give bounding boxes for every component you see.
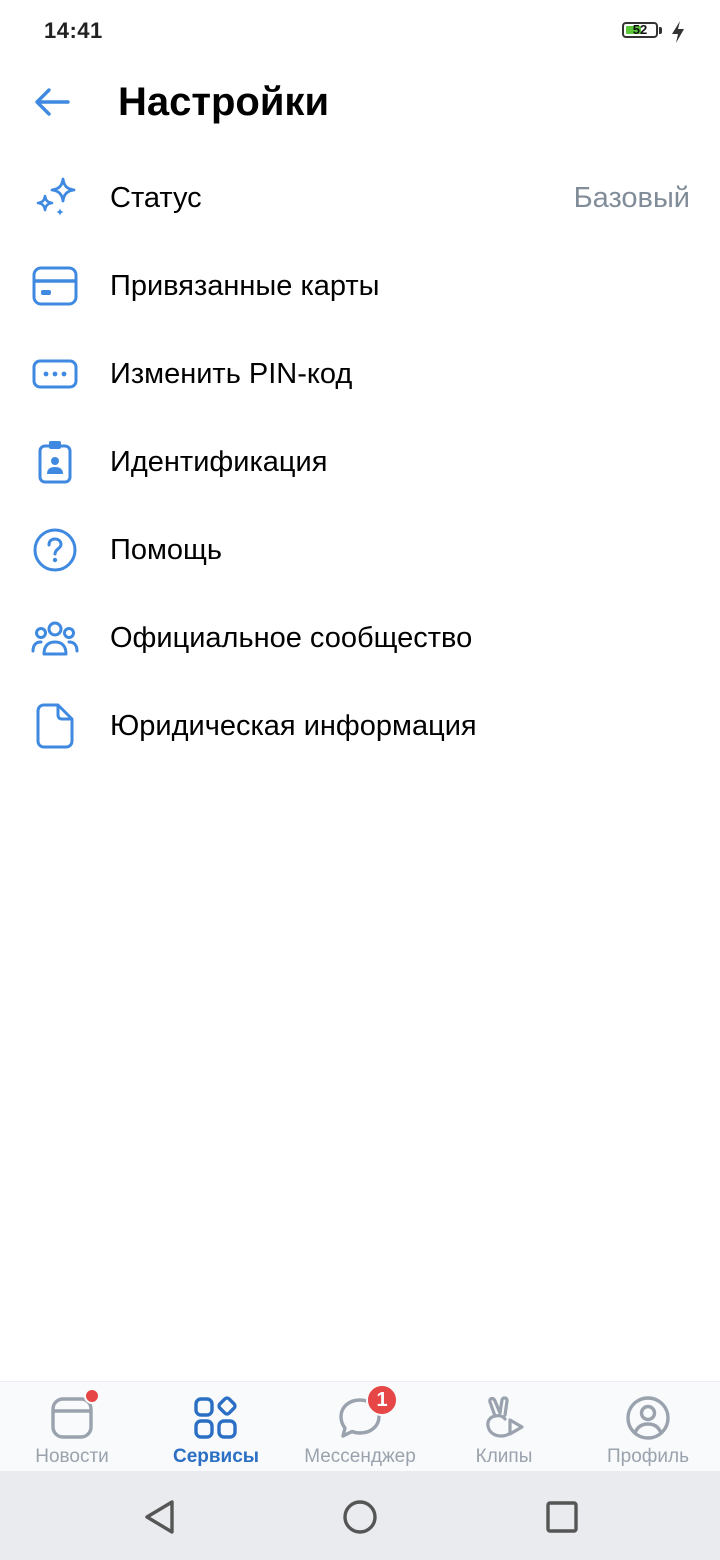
tab-label: Мессенджер — [304, 1446, 416, 1467]
sparkles-icon — [30, 174, 80, 222]
settings-item-label: Официальное сообщество — [110, 622, 473, 654]
screen: 14:41 52 Настройки Статус Базовый Привяз… — [0, 0, 720, 1560]
arrow-left-icon — [35, 88, 70, 116]
settings-item-label: Идентификация — [110, 446, 328, 478]
page-title: Настройки — [118, 80, 330, 124]
settings-item-label: Помощь — [110, 534, 223, 566]
settings-item-label: Изменить PIN-код — [110, 358, 353, 390]
back-button[interactable] — [26, 78, 78, 126]
tab-label: Новости — [35, 1446, 109, 1467]
settings-item-label: Юридическая информация — [110, 710, 477, 742]
settings-item-community[interactable]: Официальное сообщество — [0, 594, 720, 682]
tab-services[interactable]: Сервисы — [144, 1382, 288, 1472]
pin-code-icon — [30, 350, 80, 398]
profile-icon — [624, 1394, 672, 1442]
triangle-back-icon — [145, 1500, 174, 1534]
system-home-button[interactable] — [336, 1493, 384, 1541]
tab-label: Клипы — [475, 1446, 533, 1467]
tab-bar: Новости Сервисы 1 Мессенджер Клипы Профи… — [0, 1381, 720, 1471]
settings-item-label: Привязанные карты — [110, 270, 380, 302]
settings-item-help[interactable]: Помощь — [0, 506, 720, 594]
community-icon — [30, 614, 80, 662]
tab-label: Сервисы — [172, 1446, 260, 1467]
square-recents-icon — [546, 1501, 578, 1533]
settings-list: Статус Базовый Привязанные карты Изменит… — [0, 154, 720, 770]
credit-card-icon — [30, 262, 80, 310]
header: Настройки — [0, 64, 720, 144]
document-icon — [30, 702, 80, 750]
tab-clips[interactable]: Клипы — [432, 1382, 576, 1472]
status-time: 14:41 — [44, 18, 103, 43]
status-value: Базовый — [573, 182, 690, 214]
bolt-icon — [672, 21, 684, 43]
settings-item-legal-info[interactable]: Юридическая информация — [0, 682, 720, 770]
settings-item-status[interactable]: Статус Базовый — [0, 154, 720, 242]
unread-badge: 1 — [366, 1384, 398, 1416]
tab-profile[interactable]: Профиль — [576, 1382, 720, 1472]
system-nav-bar — [0, 1471, 720, 1560]
system-back-button[interactable] — [136, 1493, 184, 1541]
settings-item-identification[interactable]: Идентификация — [0, 418, 720, 506]
system-recents-button[interactable] — [538, 1493, 586, 1541]
battery-level: 52 — [632, 22, 648, 37]
question-circle-icon — [30, 526, 80, 574]
id-badge-icon — [30, 438, 80, 486]
battery-cap — [659, 27, 662, 34]
tab-news[interactable]: Новости — [0, 1382, 144, 1472]
notification-dot — [84, 1388, 100, 1404]
settings-item-label: Статус — [110, 182, 202, 214]
tab-messenger[interactable]: 1 Мессенджер — [288, 1382, 432, 1472]
news-icon — [48, 1388, 100, 1442]
messenger-icon: 1 — [336, 1384, 398, 1442]
tab-label: Профиль — [606, 1446, 690, 1467]
services-icon — [192, 1394, 240, 1442]
battery-icon: 52 — [622, 22, 662, 42]
circle-home-icon — [343, 1500, 377, 1534]
settings-item-change-pin[interactable]: Изменить PIN-код — [0, 330, 720, 418]
clips-icon — [480, 1394, 528, 1442]
status-bar: 14:41 52 — [0, 0, 720, 64]
settings-item-linked-cards[interactable]: Привязанные карты — [0, 242, 720, 330]
